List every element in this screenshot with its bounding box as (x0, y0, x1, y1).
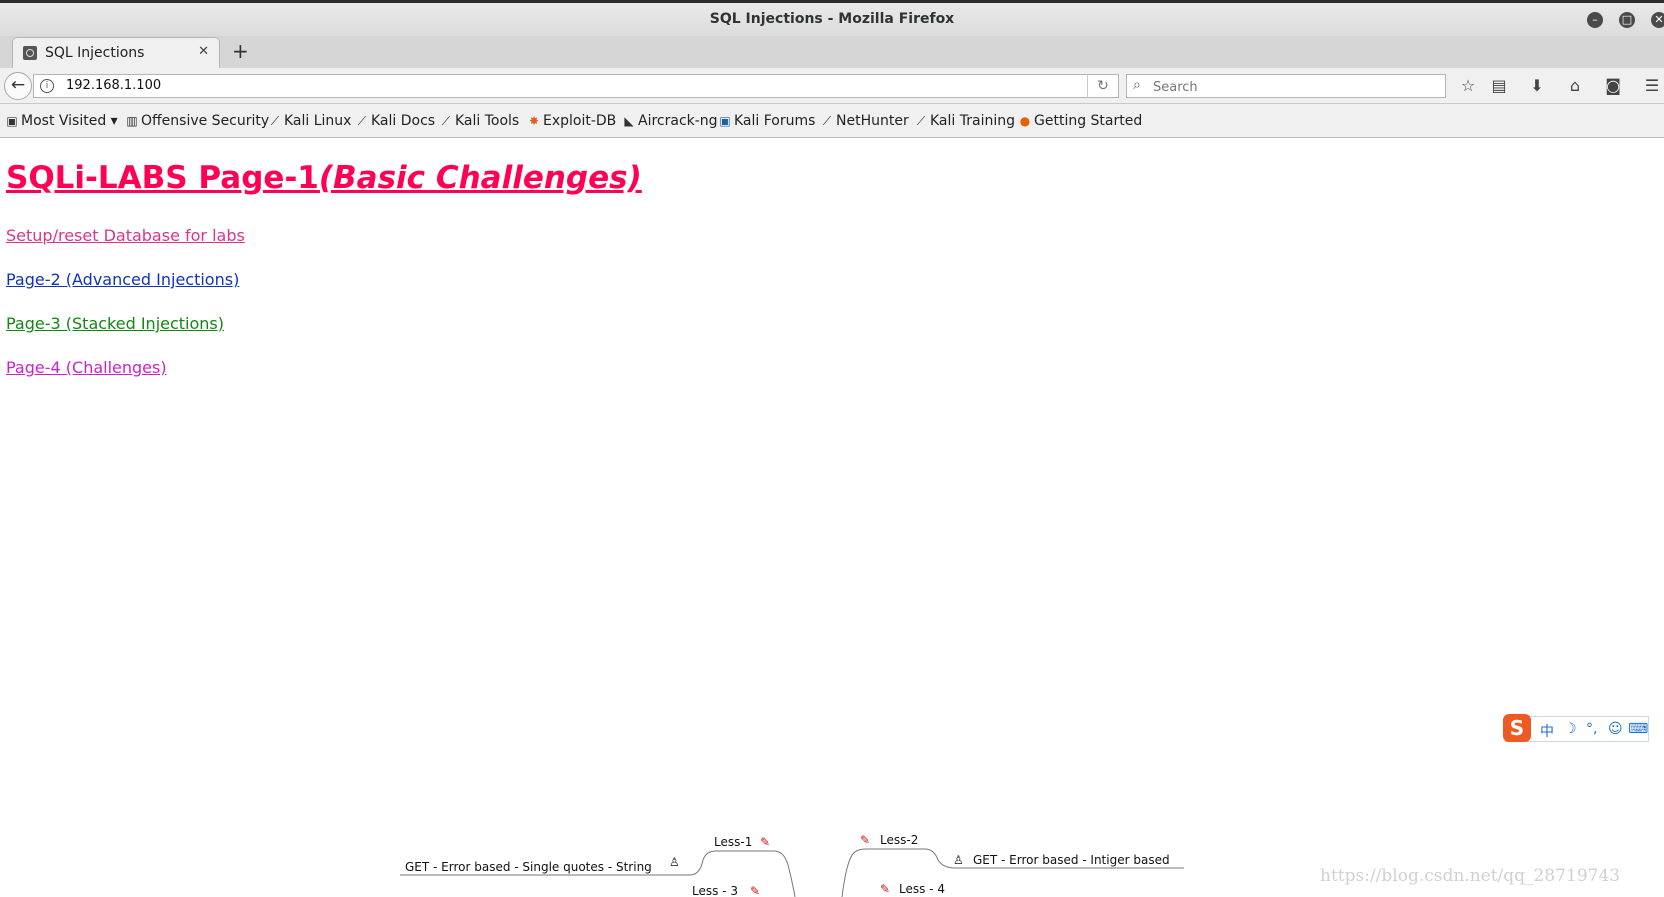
kali-dragon-icon: ⟋ (270, 114, 280, 128)
tab-strip: SQL Injections ✕ + (0, 36, 1664, 68)
ime-halfwidth-icon[interactable]: ☽ (1564, 721, 1577, 737)
mindmap-node-less-2: Less-2 (880, 833, 918, 847)
mindmap-node-less-4: Less - 4 (899, 882, 945, 896)
firefox-icon: ● (1019, 114, 1031, 128)
bookmark-aircrack-ng[interactable]: ◣ Aircrack-ng (622, 113, 717, 129)
close-window-icon[interactable]: ✕ (1651, 12, 1664, 28)
folder-icon: ▣ (6, 114, 18, 128)
offsec-icon: ▥ (126, 114, 138, 128)
bookmark-getting-started[interactable]: ● Getting Started (1018, 113, 1143, 129)
downloads-icon[interactable]: ⬇ (1527, 76, 1547, 96)
page-favicon-icon (23, 46, 37, 60)
tab-label: SQL Injections (45, 45, 145, 61)
minimize-icon[interactable]: – (1587, 12, 1603, 28)
bookmark-star-icon[interactable]: ☆ (1458, 76, 1478, 96)
kali-dragon-icon: ⟋ (822, 114, 832, 128)
reading-list-icon[interactable]: ▤ (1489, 76, 1509, 96)
mindmap-right-branch-label: GET - Error based - Intiger based (973, 853, 1170, 867)
new-tab-button[interactable]: + (232, 39, 249, 63)
kali-dragon-icon: ⟋ (357, 114, 367, 128)
page-2-link[interactable]: Page-2 (Advanced Injections) (6, 270, 239, 289)
bookmark-kali-tools[interactable]: ⟋ Kali Tools (439, 113, 519, 129)
bookmarks-toolbar: ▣ Most Visited ▾ ▥ Offensive Security ⟋ Kal… (0, 104, 1664, 138)
maximize-icon[interactable]: □ (1619, 12, 1635, 28)
mindmap-left-branch-label: GET - Error based - Single quotes - Stri… (405, 860, 652, 874)
pencil-icon: ✎ (880, 882, 890, 896)
window-titlebar: SQL Injections - Mozilla Firefox – □ ✕ (0, 0, 1664, 36)
bookmark-kali-linux[interactable]: ⟋ Kali Linux (268, 113, 352, 129)
search-input[interactable] (1151, 76, 1435, 98)
page-4-link[interactable]: Page-4 (Challenges) (6, 358, 167, 377)
mindmap-node-less-3: Less - 3 (692, 884, 738, 897)
pencil-icon: ✎ (860, 833, 870, 847)
tab-sql-injections[interactable]: SQL Injections ✕ (12, 37, 220, 68)
page-3-link[interactable]: Page-3 (Stacked Injections) (6, 314, 224, 333)
tab-close-icon[interactable]: ✕ (198, 44, 209, 59)
bookmark-kali-docs[interactable]: ⟋ Kali Docs (355, 113, 435, 129)
reload-icon[interactable]: ↻ (1087, 75, 1118, 97)
sogou-logo-icon[interactable]: S (1503, 714, 1531, 742)
bookmark-kali-forums[interactable]: ▣ Kali Forums (718, 113, 815, 129)
chevron-down-icon: ▾ (106, 113, 118, 129)
url-text[interactable]: 192.168.1.100 (66, 78, 161, 93)
mindmap-node-less-1: Less-1 (714, 835, 752, 849)
aircrack-icon: ◣ (624, 114, 634, 128)
search-bar[interactable]: ⌕ (1126, 74, 1446, 98)
ime-emoji-icon[interactable]: ☺ (1608, 721, 1623, 737)
penguin-icon: ♙ (669, 855, 680, 869)
pencil-icon: ✎ (760, 835, 770, 849)
bookmark-most-visited[interactable]: ▣ Most Visited ▾ (5, 113, 118, 129)
site-info-icon[interactable]: i (40, 79, 54, 93)
bookmark-kali-training[interactable]: ⟋ Kali Training (914, 113, 1015, 129)
csdn-watermark: https://blog.csdn.net/qq_28719743 (1320, 866, 1621, 886)
window-title: SQL Injections - Mozilla Firefox (709, 11, 955, 27)
page-title[interactable]: SQLi-LABS Page-1(Basic Challenges) (6, 160, 642, 196)
url-bar[interactable]: i 192.168.1.100 ↻ (33, 74, 1119, 98)
home-icon[interactable]: ⌂ (1565, 76, 1585, 96)
bookmark-exploit-db[interactable]: ✸ Exploit-DB (527, 113, 616, 129)
pencil-icon: ✎ (750, 884, 760, 897)
ime-keyboard-icon[interactable]: ⌨ (1628, 721, 1648, 737)
ime-chinese-mode-icon[interactable]: 中 (1540, 721, 1554, 741)
forums-icon: ▣ (719, 114, 731, 128)
search-icon: ⌕ (1133, 77, 1141, 93)
ime-toolbar[interactable]: S 中 ☽ °, ☺ ⌨ (1503, 714, 1649, 742)
bookmark-nethunter[interactable]: ⟋ NetHunter (820, 113, 909, 129)
kali-dragon-icon: ⟋ (441, 114, 451, 128)
pocket-icon[interactable]: ◙ (1603, 76, 1623, 96)
setup-reset-database-link[interactable]: Setup/reset Database for labs (6, 226, 245, 245)
menu-icon[interactable]: ☰ (1642, 76, 1662, 96)
navigation-toolbar: ← i 192.168.1.100 ↻ ⌕ ☆ ▤ ⬇ ⌂ ◙ ☰ (0, 68, 1664, 104)
ime-punctuation-icon[interactable]: °, (1586, 721, 1597, 737)
back-button[interactable]: ← (4, 72, 32, 100)
bookmark-offensive-security[interactable]: ▥ Offensive Security (125, 113, 269, 129)
kali-dragon-icon: ⟋ (916, 114, 926, 128)
penguin-icon: ♙ (953, 853, 964, 867)
exploitdb-icon: ✸ (528, 114, 540, 128)
